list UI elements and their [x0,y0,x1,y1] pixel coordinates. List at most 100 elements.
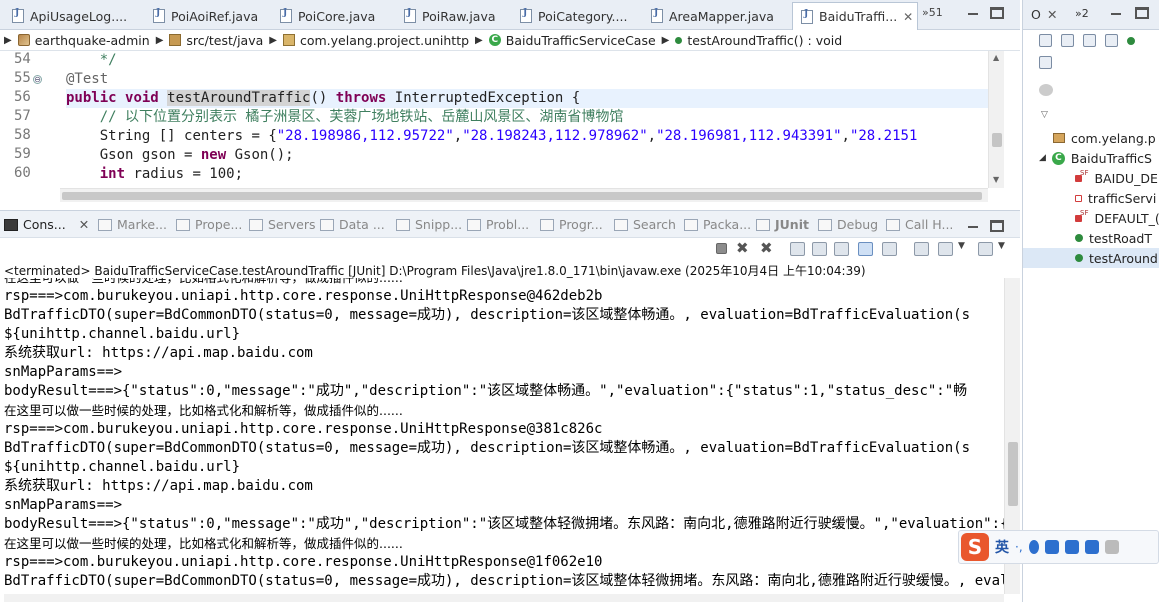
show-console-on-error-icon[interactable] [882,242,897,256]
editor-tab[interactable]: PoiAoiRef.java [145,3,271,29]
tab-problems[interactable]: Probl... [467,217,529,232]
tab-markers[interactable]: Marke... [98,217,167,232]
sogou-ime-logo[interactable]: S [961,533,989,561]
console-line: 在这里可以做一些时候的处理，比如格式化和解析等，做成插件似的...... [4,403,403,418]
view-menu-icon[interactable]: ▽ [1041,110,1048,120]
outline-item-label: DEFAULT_( [1094,210,1159,226]
ime-language-toggle[interactable]: 英 [995,537,1009,557]
tab-junit[interactable]: JUnit [756,217,809,232]
tab-label: Prope... [195,217,243,232]
close-icon[interactable]: ✕ [903,10,913,24]
scrollbar-thumb[interactable] [1008,442,1018,506]
tab-overflow-indicator[interactable]: »2 [1075,7,1089,20]
maximize-icon[interactable] [1135,7,1149,19]
search-icon [614,218,628,231]
editor-tab-label: PoiCategory.... [538,8,628,24]
skin-icon[interactable] [1064,540,1079,554]
chevron-down-icon[interactable]: ▼ [958,241,965,251]
editor-tab[interactable]: PoiCore.java [272,3,384,29]
editor-tab-label: AreaMapper.java [669,8,774,24]
scrollbar-thumb[interactable] [62,192,982,200]
breadcrumb-class[interactable]: C BaiduTrafficServiceCase [488,33,656,48]
minimize-icon[interactable] [1109,7,1123,19]
console-line: 系统获取url: https://api.map.baidu.com [4,478,313,494]
chevron-right-icon: ▶ [475,34,483,46]
tab-console[interactable]: Cons... ✕ [4,217,89,232]
tab-servers[interactable]: Servers [249,217,316,232]
expand-arrow-icon[interactable]: ◢ [1039,153,1046,163]
tab-package-explorer[interactable]: Packa... [684,217,751,232]
minimize-icon[interactable] [966,220,980,232]
console-horizontal-scrollbar[interactable] [4,594,1004,602]
code-area[interactable]: */ @Test public void testAroundTraffic()… [66,51,988,188]
tab-label: Servers [268,217,316,232]
editor-tab[interactable]: PoiCategory.... [512,3,644,29]
tab-progress[interactable]: Progr... [540,217,603,232]
outline-item-method-selected[interactable]: testAround [1023,248,1159,268]
scrollbar-thumb[interactable] [992,133,1002,147]
more-icon[interactable] [1104,540,1119,554]
link-with-editor-icon[interactable] [1039,84,1053,96]
show-console-on-output-icon[interactable] [858,242,873,256]
tab-outline[interactable]: O [1031,7,1041,22]
breadcrumb-method[interactable]: testAroundTraffic() : void [675,33,842,48]
tab-snippets[interactable]: Snipp... [396,217,462,232]
outline-item-label: trafficServi [1088,190,1157,206]
tab-data-source[interactable]: Data ... [320,217,385,232]
collapse-all-icon[interactable] [1039,34,1052,47]
breadcrumb-project[interactable]: earthquake-admin [17,33,150,48]
scroll-lock-icon[interactable] [812,242,827,256]
editor-horizontal-scrollbar[interactable] [60,188,988,202]
open-console-icon[interactable] [978,242,993,256]
sort-icon[interactable] [1061,34,1074,47]
outline-item-method[interactable]: testRoadT [1023,228,1159,248]
editor-tab-active[interactable]: BaiduTraffi... ✕ [792,2,918,30]
tab-debug[interactable]: Debug [818,217,878,232]
pin-console-icon[interactable] [914,242,929,256]
console-output[interactable]: 在这里可以做一些时候的处理，比如格式化和解析等，做成插件似的...... rsp… [4,278,1004,594]
maximize-icon[interactable] [990,220,1004,232]
hide-fields-icon[interactable] [1083,34,1096,47]
outline-item-package[interactable]: com.yelang.p [1023,128,1159,148]
outline-item-field[interactable]: SF BAIDU_DE [1023,168,1159,188]
fold-collapse-icon[interactable]: ⊖ [33,75,42,84]
tab-call-hierarchy[interactable]: Call H... [886,217,953,232]
maximize-icon[interactable] [990,7,1004,19]
keyboard-icon[interactable] [1044,540,1059,554]
scroll-down-icon[interactable]: ▼ [993,175,999,184]
code-text: = { [243,128,277,144]
scroll-up-icon[interactable]: ▲ [993,53,999,62]
remove-all-terminated-icon[interactable]: ✖ [760,241,775,256]
code-editor[interactable]: 54 55 56 57 58 59 60 ⊖ */ @Test public v… [0,50,1020,203]
terminate-icon[interactable] [716,243,727,254]
outline-item-field[interactable]: trafficServi [1023,188,1159,208]
editor-tab[interactable]: AreaMapper.java [643,3,789,29]
close-icon[interactable]: ✕ [1047,7,1057,22]
minimize-icon[interactable] [966,7,980,19]
hide-non-public-icon[interactable] [1127,37,1135,45]
punctuation-icon[interactable]: ·, [1015,540,1023,554]
tab-properties[interactable]: Prope... [176,217,242,232]
clear-console-icon[interactable] [790,242,805,256]
hide-local-types-icon[interactable] [1039,56,1052,69]
outline-item-field[interactable]: SF DEFAULT_( [1023,208,1159,228]
tab-overflow-indicator[interactable]: »51 [922,6,943,19]
static-final-icon: SF [1080,169,1089,177]
editor-vertical-scrollbar[interactable]: ▲ ▼ [988,51,1004,188]
hide-static-icon[interactable] [1105,34,1118,47]
toolbox-icon[interactable] [1084,540,1099,554]
public-method-icon [675,36,683,44]
ime-toolbar[interactable]: S 英 ·, [958,530,1159,564]
outline-item-class[interactable]: ◢ C BaiduTrafficS [1023,148,1159,168]
editor-tab[interactable]: PoiRaw.java [396,3,508,29]
display-selected-console-icon[interactable] [938,242,953,256]
editor-tab[interactable]: ApiUsageLog.... [4,3,144,29]
close-icon[interactable]: ✕ [79,217,89,232]
chevron-down-icon[interactable]: ▼ [998,241,1005,251]
breadcrumb-folder[interactable]: src/test/java [169,33,263,48]
breadcrumb-package[interactable]: com.yelang.project.unihttp [282,33,469,48]
tab-search[interactable]: Search [614,217,676,232]
microphone-icon[interactable] [1028,540,1039,554]
word-wrap-icon[interactable] [834,242,849,256]
remove-launch-icon[interactable]: ✖ [736,241,751,256]
